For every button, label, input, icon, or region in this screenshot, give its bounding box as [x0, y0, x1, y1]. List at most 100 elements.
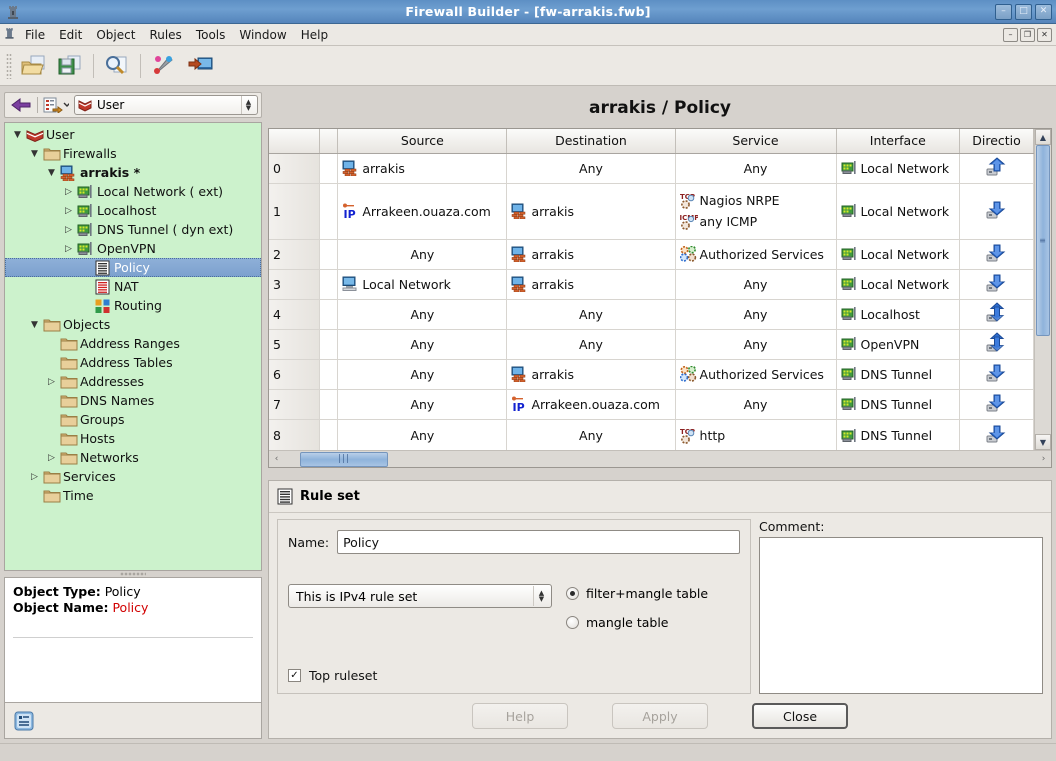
close-button[interactable]: ✕	[1035, 3, 1052, 20]
toolbar-drag-handle[interactable]	[6, 52, 12, 79]
tree-item-address-ranges[interactable]: Address Ranges	[5, 334, 261, 353]
chevron-down-icon[interactable]: ▼	[43, 168, 60, 178]
rule-number-cell[interactable]: 0	[269, 153, 321, 184]
mdi-minimize-button[interactable]: –	[1003, 27, 1018, 42]
rule-number-cell[interactable]: 8	[269, 419, 321, 450]
rule-marker-cell[interactable]	[319, 419, 339, 450]
rule-marker-cell[interactable]	[319, 389, 339, 420]
rule-cell-destination[interactable]: Any	[506, 299, 676, 330]
rule-cell-direction[interactable]	[959, 389, 1034, 420]
table-row[interactable]: 6 Any arrakis Authorized Services DNS Tunnel	[269, 359, 1034, 390]
vertical-scroll-thumb[interactable]: ≡	[1036, 145, 1050, 336]
rule-marker-cell[interactable]	[319, 183, 339, 240]
library-selector[interactable]: User ▲ ▼	[74, 95, 258, 115]
rule-cell-destination[interactable]: Any	[506, 419, 676, 450]
table-row[interactable]: 2 Any arrakis Authorized Services Local Netw…	[269, 239, 1034, 270]
object-info-icon[interactable]	[13, 710, 35, 732]
rule-marker-cell[interactable]	[319, 239, 339, 270]
tree-item-networks[interactable]: ▷ Networks	[5, 448, 261, 467]
scroll-up-arrow[interactable]: ▲	[1035, 129, 1051, 145]
vertical-scroll-track[interactable]: ≡	[1035, 145, 1051, 434]
menu-edit[interactable]: Edit	[52, 26, 89, 44]
tree-item-objects[interactable]: ▼ Objects	[5, 315, 261, 334]
top-ruleset-row[interactable]: ✓ Top ruleset	[288, 668, 740, 685]
rule-cell-source[interactable]: Any	[337, 419, 508, 450]
rule-cell-source[interactable]: Any	[337, 389, 508, 420]
horizontal-scroll-track[interactable]: |||	[284, 451, 1036, 467]
scroll-right-arrow[interactable]: ›	[1036, 452, 1051, 467]
scroll-down-arrow[interactable]: ▼	[1035, 434, 1051, 450]
rule-cell-service[interactable]: Any	[675, 153, 837, 184]
find-button[interactable]	[99, 50, 135, 82]
column-header-blank2[interactable]	[319, 129, 339, 154]
rules-vertical-scrollbar[interactable]: ▲ ≡ ▼	[1034, 129, 1051, 450]
chevron-down-icon[interactable]: ▼	[26, 320, 43, 330]
tree-item-time[interactable]: Time	[5, 486, 261, 505]
tree-item-arrakis[interactable]: ▼ arrakis *	[5, 163, 261, 182]
menu-rules[interactable]: Rules	[142, 26, 188, 44]
rule-cell-source[interactable]: Local Network	[337, 269, 508, 300]
column-header-blank1[interactable]	[269, 129, 321, 154]
column-header-interface[interactable]: Interface	[836, 129, 961, 154]
scroll-left-arrow[interactable]: ‹	[269, 452, 284, 467]
tree-item-routing[interactable]: Routing	[5, 296, 261, 315]
rule-cell-source[interactable]: Any	[337, 299, 508, 330]
tree-item-hosts[interactable]: Hosts	[5, 429, 261, 448]
rule-cell-source[interactable]: Any	[337, 239, 508, 270]
rule-cell-direction[interactable]	[959, 153, 1034, 184]
apply-button[interactable]: Apply	[612, 703, 708, 729]
tree-item-local-network-ext[interactable]: ▷ Local Network ( ext)	[5, 182, 261, 201]
rule-cell-destination[interactable]: arrakis	[506, 183, 676, 240]
horizontal-scroll-thumb[interactable]: |||	[300, 451, 388, 467]
tree-item-groups[interactable]: Groups	[5, 410, 261, 429]
rule-cell-source[interactable]: arrakis	[337, 153, 508, 184]
rule-marker-cell[interactable]	[319, 299, 339, 330]
save-file-button[interactable]	[52, 50, 88, 82]
help-button[interactable]: Help	[472, 703, 568, 729]
chevron-right-icon[interactable]: ▷	[60, 244, 77, 254]
rule-cell-source[interactable]: Any	[337, 329, 508, 360]
table-row[interactable]: 0 arrakis Any Any Local Network	[269, 153, 1034, 184]
rule-cell-interface[interactable]: DNS Tunnel	[836, 389, 961, 420]
tree-item-nat[interactable]: NAT	[5, 277, 261, 296]
tree-item-address-tables[interactable]: Address Tables	[5, 353, 261, 372]
rule-cell-direction[interactable]	[959, 239, 1034, 270]
chevron-right-icon[interactable]: ▷	[60, 187, 77, 197]
table-row[interactable]: 5 Any Any Any OpenVPN	[269, 329, 1034, 360]
rule-cell-source[interactable]: IP Arrakeen.ouaza.com	[337, 183, 508, 240]
menu-file[interactable]: File	[18, 26, 52, 44]
chevron-down-icon[interactable]: ▼	[26, 149, 43, 159]
rule-cell-service[interactable]: Any	[675, 299, 837, 330]
rule-cell-destination[interactable]: IP Arrakeen.ouaza.com	[506, 389, 676, 420]
rule-cell-direction[interactable]	[959, 329, 1034, 360]
rule-cell-interface[interactable]: OpenVPN	[836, 329, 961, 360]
radio-filter-mangle-table[interactable]: filter+mangle table	[566, 586, 708, 601]
column-header-service[interactable]: Service	[675, 129, 837, 154]
rules-horizontal-scrollbar[interactable]: ‹ ||| ›	[269, 450, 1051, 467]
new-object-button[interactable]	[41, 95, 71, 115]
maximize-button[interactable]: □	[1015, 3, 1032, 20]
rule-number-cell[interactable]: 2	[269, 239, 321, 270]
ruleset-type-spinner[interactable]: ▲ ▼	[533, 586, 549, 606]
top-ruleset-checkbox[interactable]: ✓	[288, 669, 301, 682]
rule-cell-destination[interactable]: arrakis	[506, 239, 676, 270]
rule-cell-destination[interactable]: arrakis	[506, 269, 676, 300]
menu-object[interactable]: Object	[89, 26, 142, 44]
rule-cell-service[interactable]: TCPNagios NRPEICMPany ICMP	[675, 183, 837, 240]
rule-number-cell[interactable]: 4	[269, 299, 321, 330]
tree-item-addresses[interactable]: ▷ Addresses	[5, 372, 261, 391]
chevron-right-icon[interactable]: ▷	[60, 225, 77, 235]
minimize-button[interactable]: –	[995, 3, 1012, 20]
tree-item-user[interactable]: ▼ User	[5, 125, 261, 144]
rule-cell-direction[interactable]	[959, 299, 1034, 330]
tree-item-openvpn[interactable]: ▷ OpenVPN	[5, 239, 261, 258]
table-row[interactable]: 4 Any Any Any Localhost	[269, 299, 1034, 330]
chevron-right-icon[interactable]: ▷	[26, 472, 43, 482]
rule-cell-direction[interactable]	[959, 269, 1034, 300]
rule-marker-cell[interactable]	[319, 359, 339, 390]
rule-cell-interface[interactable]: Local Network	[836, 239, 961, 270]
chevron-down-icon[interactable]: ▼	[9, 130, 26, 140]
open-file-button[interactable]	[16, 50, 52, 82]
rule-cell-direction[interactable]	[959, 359, 1034, 390]
rule-cell-interface[interactable]: Localhost	[836, 299, 961, 330]
